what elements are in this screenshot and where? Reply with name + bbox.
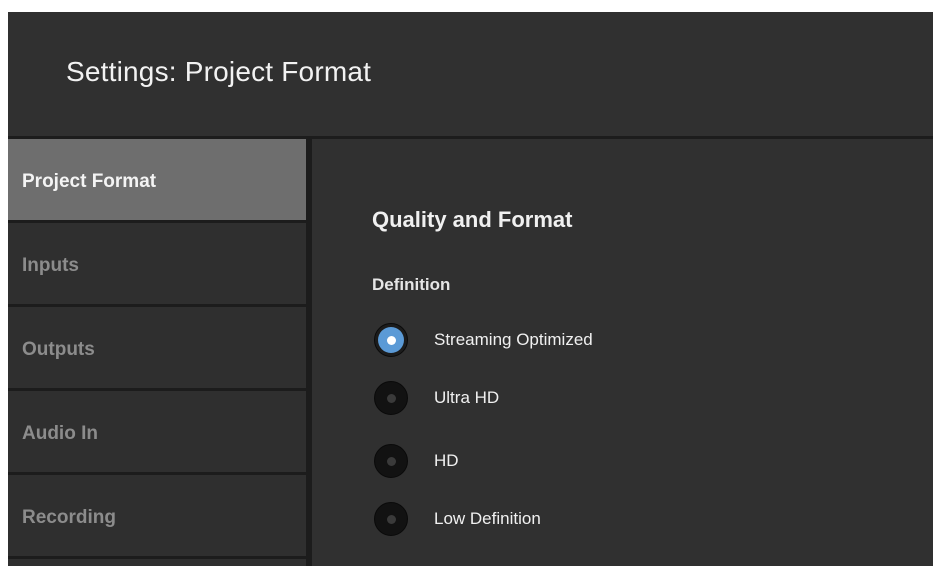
radio-unselected-icon[interactable] (374, 381, 408, 415)
sidebar-item-label: Recording (22, 507, 116, 528)
radio-ultra-hd[interactable]: Ultra HD (372, 381, 792, 415)
radio-label: Ultra HD (434, 388, 500, 407)
radio-hd[interactable]: HD (372, 444, 792, 478)
radio-low-definition[interactable]: Low Definition (372, 502, 792, 536)
sidebar-item-audio-in[interactable]: Audio In (8, 391, 306, 472)
radio-label: HD (434, 451, 459, 470)
settings-sidebar: Project Format Inputs Outputs Audio In R… (8, 139, 310, 566)
page-title: Settings: Project Format (66, 56, 372, 87)
radio-unselected-icon[interactable] (374, 444, 408, 478)
settings-content: Quality and Format Definition Streaming … (312, 139, 933, 566)
sidebar-item-outputs[interactable]: Outputs (8, 307, 306, 388)
sidebar-item-inputs[interactable]: Inputs (8, 223, 306, 304)
radio-label: Low Definition (434, 509, 541, 528)
definition-label: Definition (372, 275, 451, 294)
sidebar-item-label: Inputs (22, 255, 79, 276)
sidebar-item-project-format[interactable]: Project Format (8, 139, 306, 220)
sidebar-item-label: Outputs (22, 339, 95, 360)
sidebar-item-label: Audio In (22, 423, 98, 444)
radio-selected-icon[interactable] (374, 323, 408, 357)
radio-streaming-optimized[interactable]: Streaming Optimized (372, 323, 792, 357)
radio-label: Streaming Optimized (434, 330, 593, 349)
settings-window: Settings: Project Format Project Format … (8, 12, 933, 566)
radio-unselected-icon[interactable] (374, 502, 408, 536)
sidebar-item-recording[interactable]: Recording (8, 475, 306, 556)
sidebar-item-partial[interactable] (8, 559, 306, 566)
title-bar: Settings: Project Format (8, 12, 933, 136)
sidebar-item-label: Project Format (22, 171, 157, 192)
section-title: Quality and Format (372, 207, 573, 232)
